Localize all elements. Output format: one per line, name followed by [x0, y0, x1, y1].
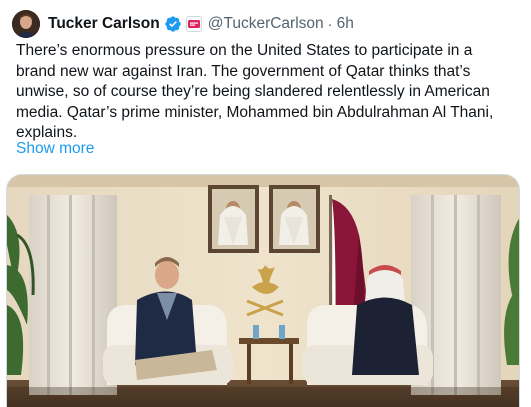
avatar[interactable]	[12, 10, 40, 38]
video-thumbnail	[7, 175, 519, 407]
timestamp[interactable]: 6h	[337, 15, 354, 33]
affiliate-badge-icon[interactable]	[185, 16, 202, 32]
tweet-text-line: brand new war against Iran. The governme…	[16, 62, 471, 80]
verified-badge-icon	[164, 15, 182, 33]
tweet-text-line: media. Qatar’s prime minister, Mohammed …	[16, 103, 494, 121]
author-handle[interactable]: @TuckerCarlson	[208, 15, 324, 33]
portrait-left	[208, 185, 259, 253]
show-more-link[interactable]: Show more	[16, 140, 94, 158]
tweet-text-line: unwise, so of course they’re being sland…	[16, 83, 490, 100]
video-media[interactable]	[6, 174, 520, 407]
portrait-right	[269, 185, 320, 253]
separator-dot: ·	[327, 15, 333, 33]
tweet-text-line: There’s enormous pressure on the United …	[16, 42, 473, 59]
author-name[interactable]: Tucker Carlson	[48, 15, 160, 33]
tweet-card[interactable]: Tucker Carlson @TuckerCarlson · 6h There…	[0, 0, 531, 407]
tweet-header: Tucker Carlson @TuckerCarlson · 6h	[48, 13, 354, 35]
tweet-text: There’s enormous pressure on the United …	[16, 41, 516, 144]
